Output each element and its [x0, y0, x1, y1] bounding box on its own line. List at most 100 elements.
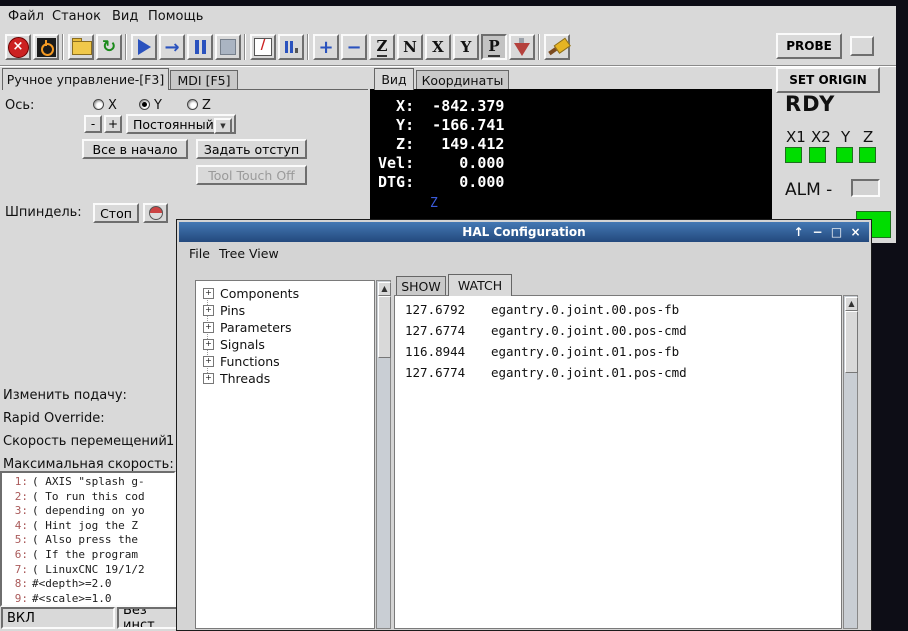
view-perspective-button[interactable]: P [481, 34, 507, 60]
watch-row: 116.8944 egantry.0.joint.01.pos-fb [395, 344, 841, 364]
expand-icon[interactable]: + [203, 356, 214, 367]
expand-icon[interactable]: + [203, 305, 214, 316]
tree-scrollbar-thumb[interactable] [378, 296, 391, 358]
rotate-view-button[interactable] [509, 34, 535, 60]
pause-icon [194, 40, 206, 54]
hal-window-title: HAL Configuration [462, 225, 586, 239]
minimize-button[interactable]: − [810, 225, 825, 239]
hal-menu-tree-view[interactable]: Tree View [219, 246, 279, 261]
clear-plot-button[interactable] [544, 34, 571, 60]
shade-button[interactable]: ↑ [791, 225, 806, 239]
gcode-line: 2:( To run this cod [14, 489, 145, 503]
tool-touch-off-button[interactable]: Tool Touch Off [196, 165, 307, 185]
menu-file[interactable]: Файл [8, 9, 44, 24]
scroll-up-icon[interactable]: ▲ [845, 297, 858, 311]
hal-tree-panel[interactable]: + Components + Pins + Parameters + Signa… [195, 280, 375, 629]
zoom-out-button[interactable]: − [341, 34, 367, 60]
tab-preview[interactable]: Вид [374, 68, 414, 90]
view-z-button[interactable]: Z [369, 34, 395, 60]
jog-mode-select[interactable]: Постоянный ▼ [126, 114, 236, 134]
tree-item-signals[interactable]: + Signals [203, 337, 265, 352]
dro-x: X: -842.379 [378, 97, 505, 115]
watch-pin-name: egantry.0.joint.00.pos-cmd [491, 323, 687, 338]
jog-mode-value: Постоянный [133, 116, 214, 132]
stop-button[interactable] [215, 34, 241, 60]
tab-show[interactable]: SHOW [396, 276, 446, 296]
radio-axis-y[interactable] [139, 99, 150, 110]
tree-item-threads[interactable]: + Threads [203, 371, 270, 386]
scroll-up-icon[interactable]: ▲ [378, 282, 391, 296]
watch-scrollbar-thumb[interactable] [845, 311, 858, 373]
home-all-button[interactable]: Все в начало [82, 139, 188, 159]
expand-icon[interactable]: + [203, 373, 214, 384]
vcp-alm-label: ALM - [785, 180, 833, 200]
toolbar-separator [307, 34, 309, 60]
estop-button[interactable]: × [5, 34, 31, 60]
spindle-stop-button[interactable]: Стоп [93, 203, 139, 223]
jog-plus-button[interactable]: + [104, 115, 122, 133]
axis-marker-z: Z [430, 196, 438, 211]
rapid-override-label: Rapid Override: [3, 411, 105, 426]
radio-axis-x[interactable] [93, 99, 104, 110]
expand-icon[interactable]: + [203, 288, 214, 299]
pause-button[interactable] [187, 34, 213, 60]
hal-config-window: HAL Configuration ↑ − □ × File Tree View… [176, 219, 872, 631]
expand-icon[interactable]: + [203, 339, 214, 350]
probe-aux-button[interactable] [850, 36, 874, 56]
watch-row: 127.6774 egantry.0.joint.01.pos-cmd [395, 365, 841, 385]
jog-speed-label: Скорость перемещений [3, 434, 167, 449]
hal-watch-panel[interactable]: 127.6792 egantry.0.joint.00.pos-fb 127.6… [394, 295, 842, 629]
expand-icon[interactable]: + [203, 322, 214, 333]
spindle-brake-button[interactable] [143, 203, 168, 223]
zoom-in-button[interactable]: + [313, 34, 339, 60]
tree-item-components[interactable]: + Components [203, 286, 299, 301]
watch-value: 127.6792 [405, 302, 466, 317]
view-x-button[interactable]: X [425, 34, 451, 60]
hal-menu-file[interactable]: File [189, 246, 210, 261]
step-icon: → [164, 36, 180, 58]
reload-button[interactable]: ↻ [96, 34, 122, 60]
gcode-listing[interactable]: 1:( AXIS "splash g- 2:( To run this cod … [0, 471, 176, 607]
view-y-button[interactable]: Y [453, 34, 479, 60]
step-button[interactable]: → [159, 34, 185, 60]
watch-value: 127.6774 [405, 365, 466, 380]
jog-minus-button[interactable]: - [84, 115, 102, 133]
tab-manual-control[interactable]: Ручное управление-[F3] [2, 68, 169, 90]
tab-watch[interactable]: WATCH [448, 274, 512, 296]
watch-value: 116.8944 [405, 344, 466, 359]
probe-button[interactable]: PROBE [776, 33, 842, 59]
statusbar-tool: Без инст [117, 607, 179, 629]
tree-scrollbar[interactable]: ▲ [376, 280, 391, 629]
set-origin-button[interactable]: SET ORIGIN [776, 67, 880, 93]
menu-help[interactable]: Помощь [148, 9, 203, 24]
optional-pause-button[interactable] [278, 34, 304, 60]
radio-axis-z[interactable] [187, 99, 198, 110]
watch-row: 127.6774 egantry.0.joint.00.pos-cmd [395, 323, 841, 343]
watch-value: 127.6774 [405, 323, 466, 338]
run-button[interactable] [131, 34, 157, 60]
tab-dro[interactable]: Координаты [416, 70, 509, 90]
maximize-button[interactable]: □ [829, 225, 844, 239]
menu-machine[interactable]: Станок [52, 9, 101, 24]
toolbar: × ↻ → / + − Z N X Y P PROBE [0, 27, 896, 67]
tab-mdi[interactable]: MDI [F5] [170, 70, 238, 90]
tree-item-pins[interactable]: + Pins [203, 303, 245, 318]
open-file-button[interactable] [68, 34, 94, 60]
touch-off-button[interactable]: Задать отступ [196, 139, 307, 159]
gcode-line: 4:( Hint jog the Z [14, 518, 138, 532]
toggle-skip-lines-button[interactable]: / [250, 34, 276, 60]
stop-icon [220, 39, 236, 55]
view-z-rotated-button[interactable]: N [397, 34, 423, 60]
tree-item-parameters[interactable]: + Parameters [203, 320, 292, 335]
menu-view[interactable]: Вид [112, 9, 138, 24]
watch-scrollbar[interactable]: ▲ [843, 295, 858, 629]
machine-power-button[interactable] [33, 34, 59, 60]
hal-titlebar[interactable]: HAL Configuration ↑ − □ × [179, 222, 869, 242]
axis-label: Ось: [5, 98, 35, 113]
optional-pause-icon [284, 41, 298, 53]
toolbar-divider [0, 65, 896, 67]
tree-item-functions[interactable]: + Functions [203, 354, 280, 369]
zoom-in-icon: + [318, 36, 334, 58]
view-z-rotated-icon: N [403, 38, 417, 56]
close-button[interactable]: × [848, 225, 863, 239]
